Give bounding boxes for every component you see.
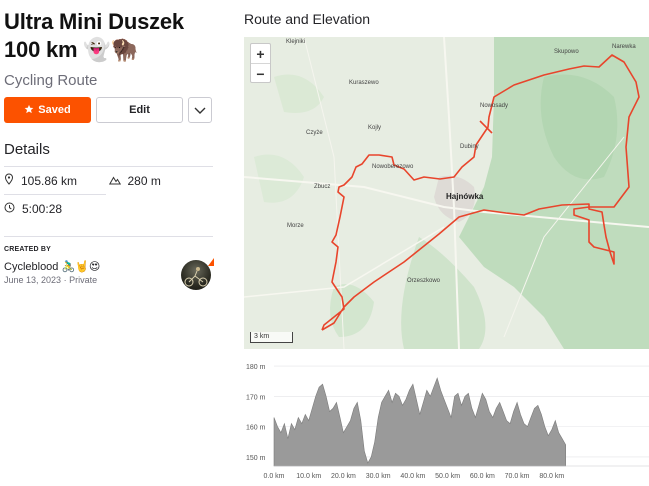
map-scale: 3 km (250, 332, 293, 343)
place-label-orzeszkowo: Orzeszkowo (407, 278, 441, 284)
stats-grid: 105.86 km 280 m 5:00:28 (4, 166, 213, 222)
star-icon (24, 104, 34, 117)
x-tick-label: 10.0 km (296, 473, 321, 480)
action-buttons: Saved Edit (4, 97, 216, 123)
stats-row-1: 105.86 km 280 m (4, 167, 213, 194)
route-type: Cycling Route (4, 72, 98, 89)
cyclist-photo (184, 267, 208, 287)
distance-value: 105.86 km (21, 173, 78, 188)
zoom-controls: + − (250, 43, 271, 83)
time-stat: 5:00:28 (4, 202, 110, 216)
x-tick-label: 40.0 km (400, 473, 425, 480)
saved-button[interactable]: Saved (4, 97, 91, 123)
zoom-in-button[interactable]: + (251, 44, 270, 64)
y-tick-label: 160 m (246, 425, 266, 432)
route-title-line1: Ultra Mini Duszek (4, 9, 184, 34)
x-tick-label: 30.0 km (366, 473, 391, 480)
time-value: 5:00:28 (22, 201, 63, 216)
saved-label: Saved (38, 104, 71, 116)
x-tick-label: 50.0 km (435, 473, 460, 480)
edit-button[interactable]: Edit (96, 97, 183, 123)
y-tick-label: 150 m (246, 455, 266, 462)
y-tick-label: 180 m (246, 364, 266, 371)
created-by-label: CREATED BY (4, 246, 51, 253)
place-label-nowosady: Nowosady (480, 103, 509, 109)
avatar[interactable] (181, 258, 214, 290)
x-tick-label: 0.0 km (263, 473, 284, 480)
place-label-kuraszewo: Kuraszewo (349, 80, 379, 86)
distance-stat: 105.86 km (4, 173, 109, 188)
place-label-zbucz: Zbucz (314, 184, 331, 190)
x-tick-label: 60.0 km (470, 473, 495, 480)
creator-divider (4, 236, 213, 237)
location-pin-icon (4, 173, 14, 188)
place-label-hajnowka: Hajnówka (446, 192, 484, 201)
chevron-down-icon (194, 103, 206, 118)
place-label-kojly: Kojly (368, 125, 382, 131)
elevation-area (273, 377, 567, 467)
place-label-dubiny: Dubiny (460, 144, 479, 150)
place-label-morze: Morze (287, 223, 304, 229)
stats-row-2: 5:00:28 (4, 195, 213, 222)
place-label-skupowo: Skupowo (554, 49, 579, 55)
y-tick-label: 170 m (246, 394, 266, 401)
created-date: June 13, 2023 (4, 275, 62, 285)
clock-icon (4, 202, 15, 216)
mountain-icon (108, 174, 121, 188)
x-tick-label: 70.0 km (505, 473, 530, 480)
details-heading: Details (4, 141, 50, 158)
route-elevation-heading: Route and Elevation (244, 11, 371, 27)
place-label-czyze: Czyże (306, 130, 323, 136)
x-tick-label: 80.0 km (539, 473, 564, 480)
route-title: Ultra Mini Duszek 100 km 👻🦬 (4, 8, 216, 64)
x-tick-label: 20.0 km (331, 473, 356, 480)
zoom-out-button[interactable]: − (251, 64, 270, 83)
more-options-button[interactable] (188, 97, 212, 123)
route-info-panel: Ultra Mini Duszek 100 km 👻🦬 Cycling Rout… (4, 8, 216, 285)
place-label-narewka: Narewka (612, 44, 636, 50)
route-title-line2: 100 km 👻🦬 (4, 37, 138, 62)
route-map[interactable]: Klejniki Kuraszewo Skupowo Narewka Nowos… (244, 37, 649, 349)
subscriber-badge (208, 258, 214, 266)
place-label-klejniki: Klejniki (286, 39, 306, 45)
place-label-nowoberezowo: Nowoberezowo (372, 164, 414, 170)
elevation-chart[interactable]: 150 m 160 m 170 m 180 m 0.0 km 10.0 km 20.0 km… (244, 353, 649, 486)
privacy-status: Private (69, 275, 98, 285)
elevation-value: 280 m (127, 173, 161, 188)
elevation-stat: 280 m (108, 173, 214, 188)
